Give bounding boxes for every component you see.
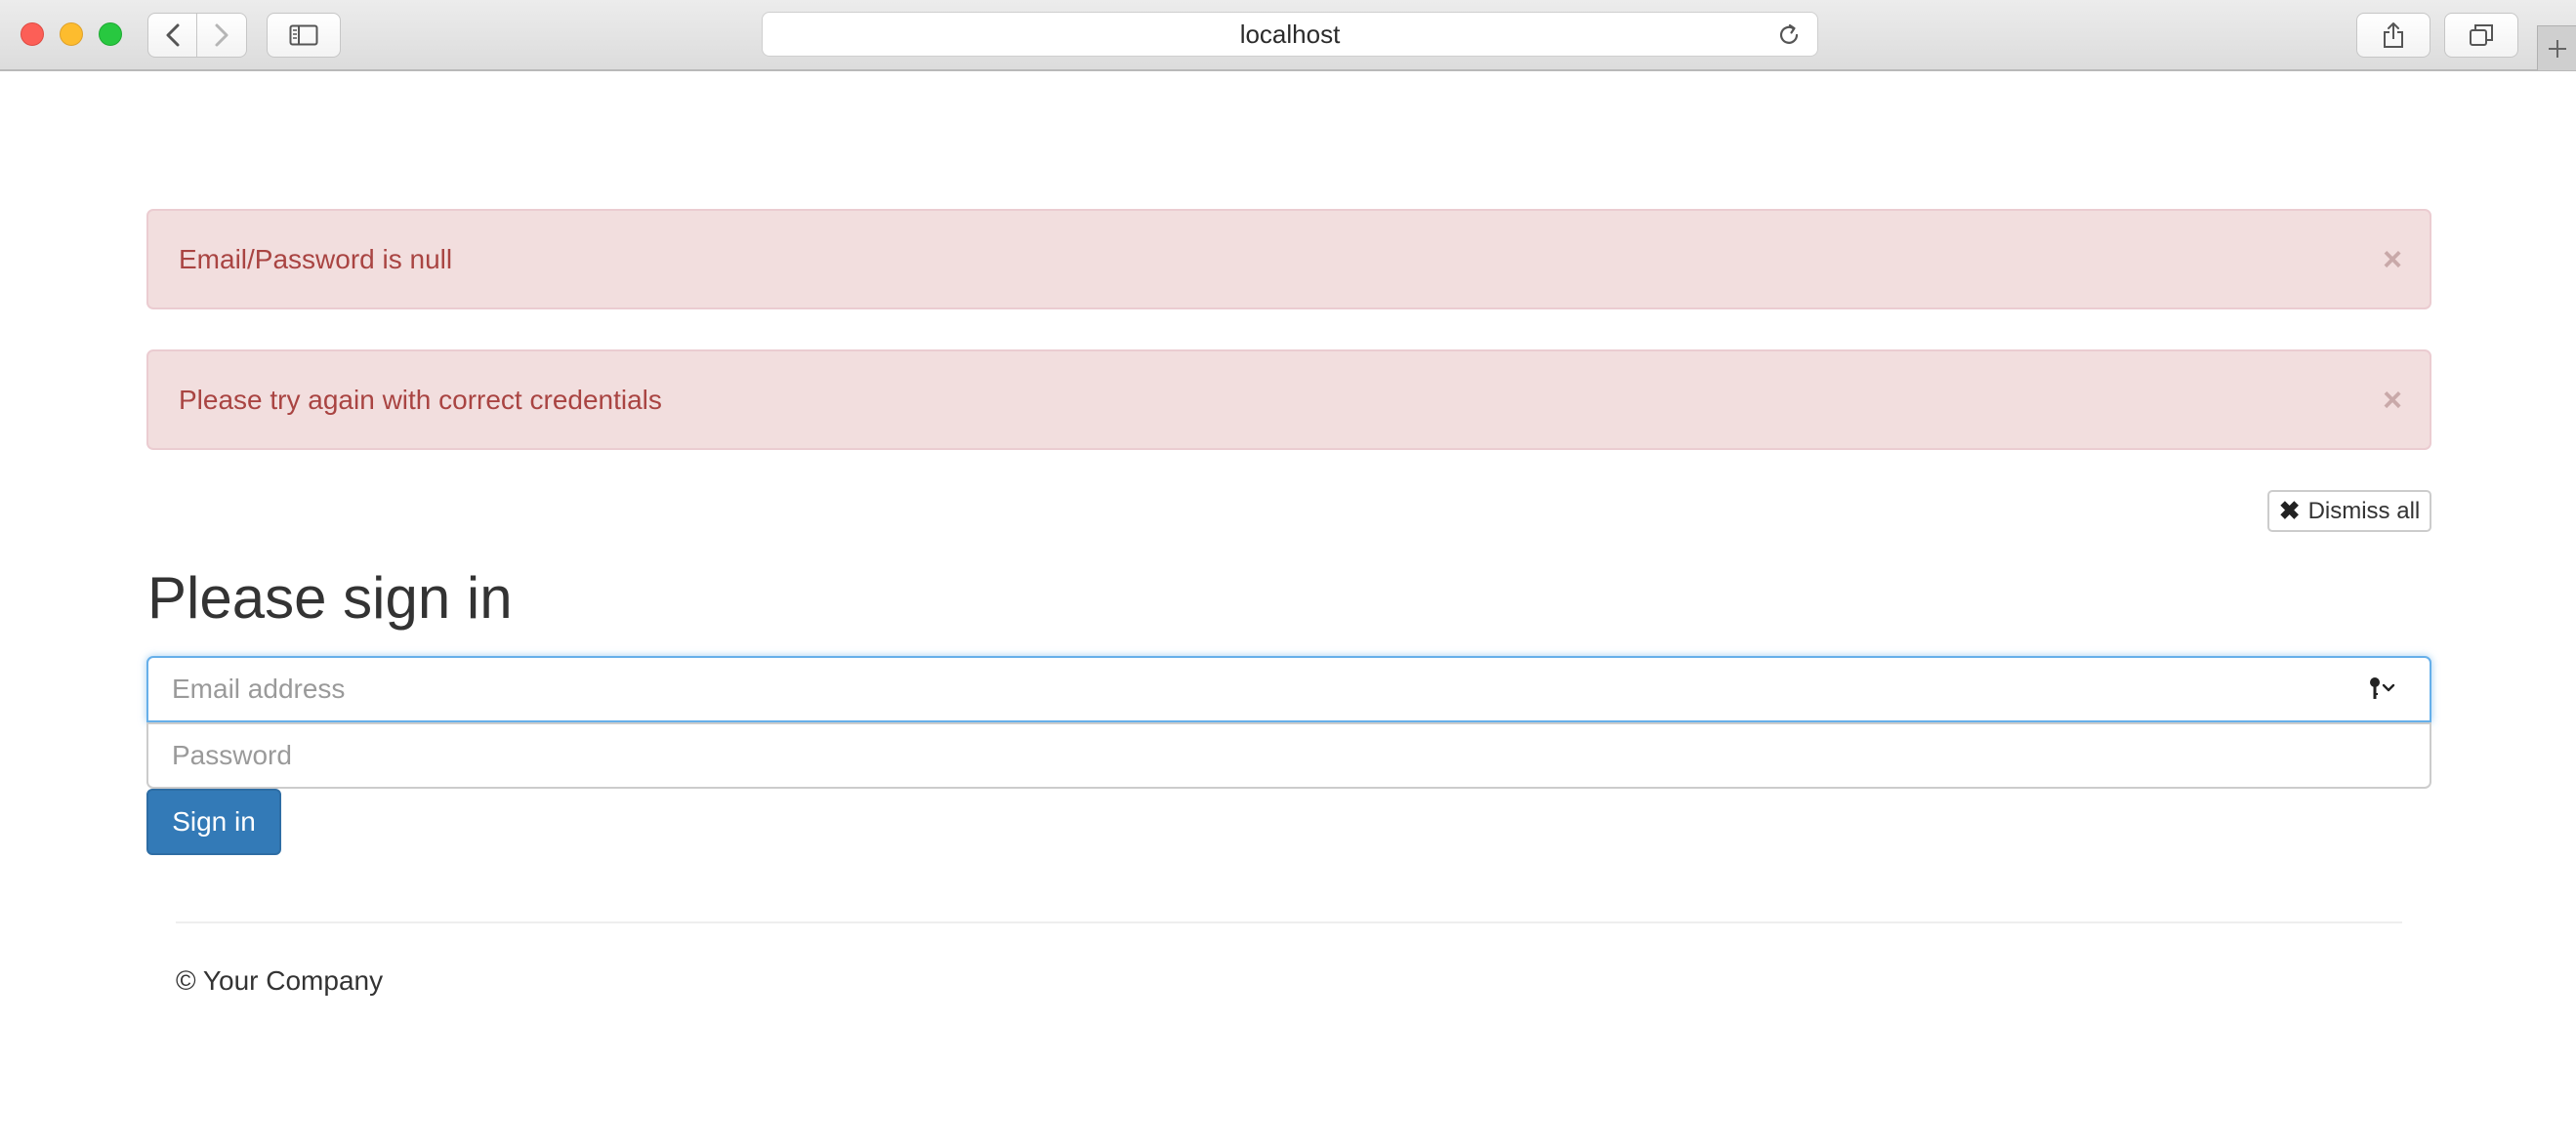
dismiss-all-button[interactable]: ✖ Dismiss all (2267, 490, 2431, 532)
error-alert: Please try again with correct credential… (146, 349, 2431, 450)
dismiss-all-label: Dismiss all (2307, 497, 2421, 524)
chevron-left-icon (166, 23, 179, 47)
address-bar[interactable]: localhost (762, 12, 1818, 57)
reload-icon[interactable] (1776, 22, 1802, 48)
close-icon: ✖ (2278, 496, 2301, 525)
sign-in-button[interactable]: Sign in (146, 789, 281, 855)
page-title: Please sign in (147, 565, 513, 631)
sidebar-icon (289, 24, 318, 46)
plus-icon (2548, 39, 2566, 58)
close-window-button[interactable] (21, 22, 44, 46)
footer-text: © Your Company (176, 965, 384, 996)
forward-button[interactable] (197, 13, 247, 58)
chevron-right-icon (215, 23, 229, 47)
close-icon[interactable]: × (2383, 384, 2402, 417)
back-button[interactable] (147, 13, 197, 58)
tab-overview-button[interactable] (2444, 13, 2518, 58)
tabs-icon (2470, 24, 2493, 46)
password-field[interactable] (146, 722, 2431, 789)
share-button[interactable] (2356, 13, 2431, 58)
browser-toolbar: localhost (0, 0, 2576, 71)
zoom-window-button[interactable] (99, 22, 122, 46)
minimize-window-button[interactable] (60, 22, 83, 46)
alert-message: Please try again with correct credential… (179, 384, 662, 415)
new-tab-button[interactable] (2537, 25, 2576, 70)
footer-divider (176, 921, 2402, 923)
url-text: localhost (1239, 19, 1341, 49)
error-alert: Email/Password is null × (146, 209, 2431, 309)
email-field[interactable] (146, 656, 2431, 722)
close-icon[interactable]: × (2383, 243, 2402, 276)
alert-message: Email/Password is null (179, 243, 453, 274)
key-icon[interactable] (2368, 675, 2397, 703)
share-icon (2384, 22, 2403, 48)
sidebar-toggle-button[interactable] (267, 13, 341, 58)
